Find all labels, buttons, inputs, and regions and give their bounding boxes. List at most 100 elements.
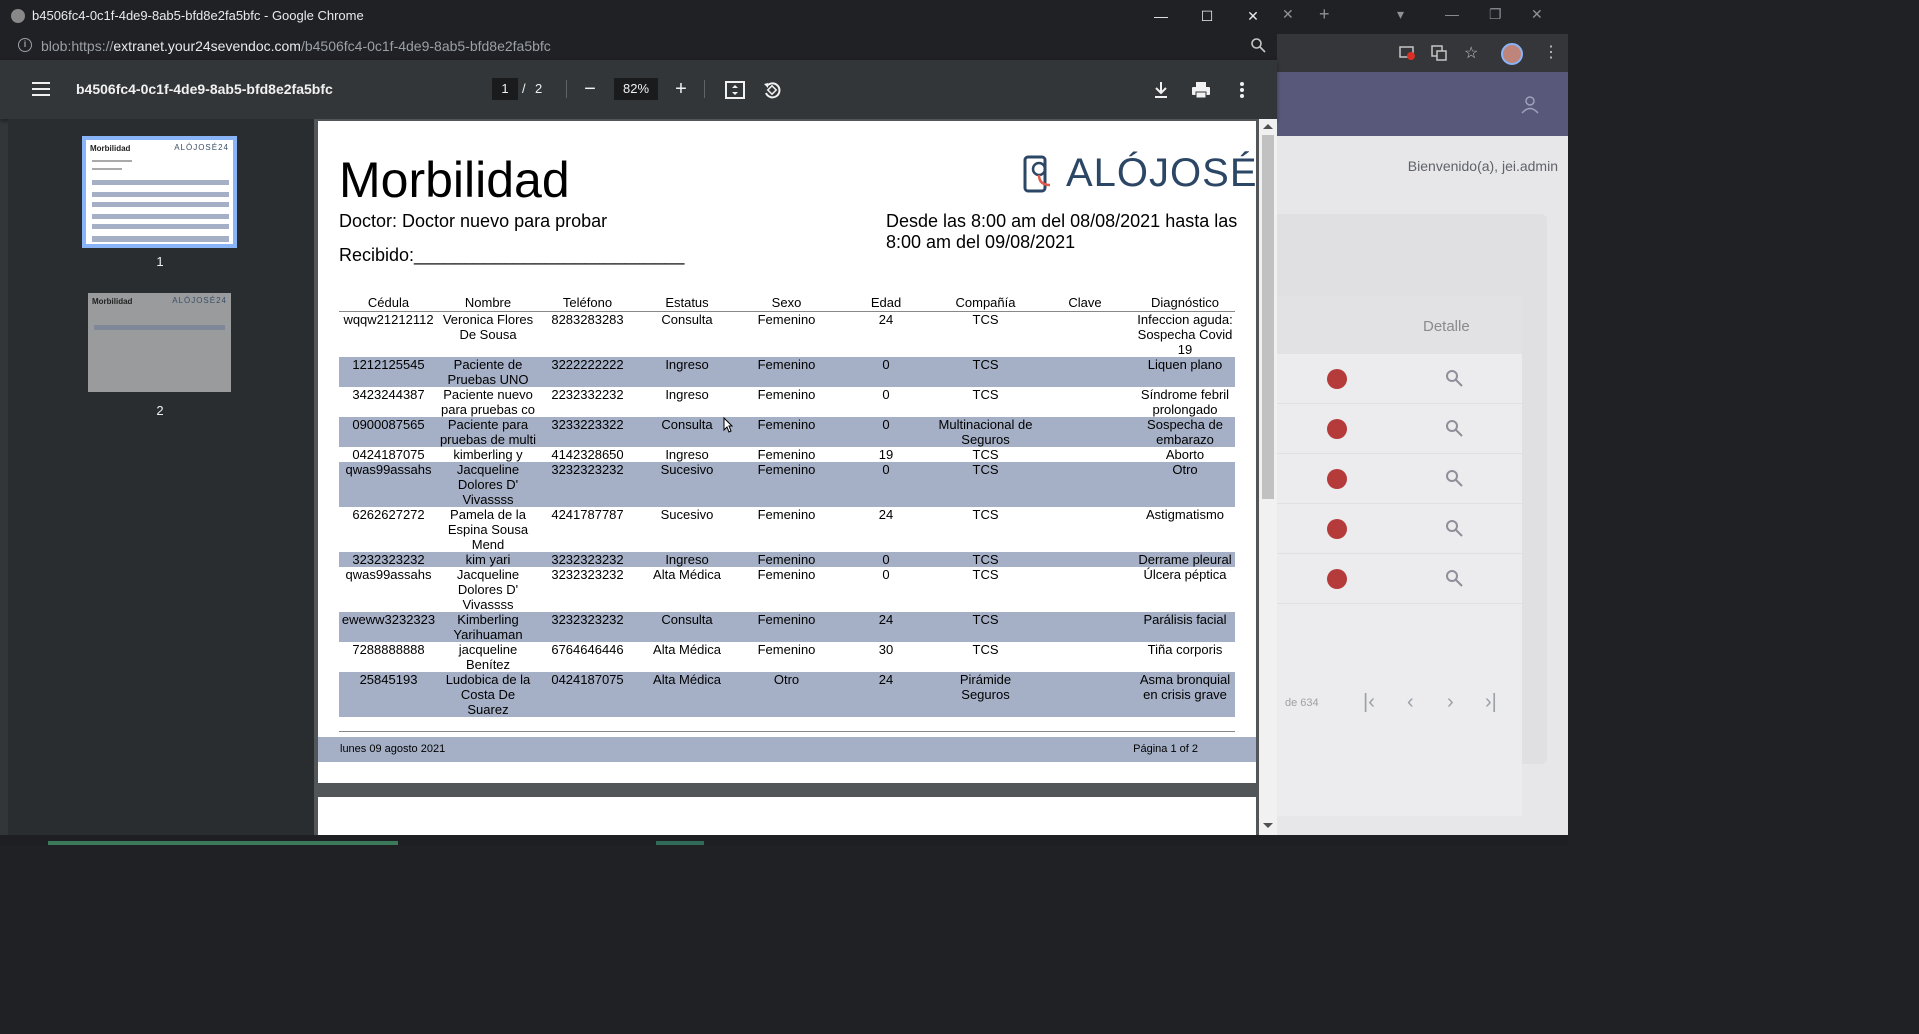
- scroll-down-icon[interactable]: [1263, 823, 1273, 828]
- user-account-icon[interactable]: [1520, 95, 1540, 115]
- first-page-icon[interactable]: |‹: [1363, 691, 1375, 714]
- thumbnail-line: [92, 168, 122, 170]
- table-cell: Veronica Flores De Sousa: [442, 311, 534, 342]
- previous-page-icon[interactable]: ‹: [1407, 691, 1414, 714]
- page-number-input[interactable]: 1: [492, 78, 518, 100]
- minimize-icon[interactable]: —: [1445, 6, 1459, 22]
- window-title: b4506fc4-0c1f-4de9-8ab5-bfd8e2fa5bfc - G…: [32, 8, 364, 23]
- maximize-button[interactable]: ☐: [1184, 3, 1230, 29]
- table-cell: 3233223322: [538, 416, 637, 447]
- table-cell: Alta Médica: [653, 566, 721, 582]
- search-icon[interactable]: [1445, 519, 1463, 537]
- url-scheme: blob:https://: [41, 38, 114, 54]
- table-row: [1277, 504, 1522, 554]
- table-cell: Síndrome febril prolongado: [1140, 386, 1230, 417]
- status-dot: [1327, 569, 1347, 589]
- vertical-scrollbar[interactable]: [1259, 119, 1277, 835]
- table-cell: Jacqueline Dolores D' Vivassss: [456, 566, 520, 612]
- app-header: [1277, 72, 1568, 136]
- table-cell: [1035, 387, 1135, 417]
- table-cell: 7288888888: [352, 641, 425, 657]
- download-icon[interactable]: [1150, 79, 1172, 101]
- background-toolbar: ☆ ⋮: [1277, 34, 1568, 102]
- print-icon[interactable]: [1190, 79, 1212, 101]
- table-cell: Femenino: [757, 641, 816, 657]
- mouse-cursor-icon: [723, 417, 733, 433]
- zoom-out-button[interactable]: −: [580, 77, 600, 101]
- report-title: Morbilidad: [339, 152, 570, 208]
- table-cell: TCS: [972, 641, 999, 657]
- zoom-in-button[interactable]: +: [671, 77, 691, 101]
- scroll-up-icon[interactable]: [1263, 124, 1273, 129]
- page-thumbnail-1[interactable]: Morbilidad ALÓJOSÉ24: [82, 136, 237, 248]
- last-page-icon[interactable]: ›|: [1485, 691, 1497, 714]
- info-icon[interactable]: i: [18, 38, 32, 52]
- table-cell: [1035, 642, 1135, 672]
- address-bar[interactable]: i blob:https://extranet.your24sevendoc.c…: [0, 32, 1277, 60]
- table-cell: 0: [836, 416, 936, 447]
- scrollbar-thumb[interactable]: [1262, 135, 1274, 499]
- profile-avatar[interactable]: [1501, 43, 1523, 65]
- pdf-content-area[interactable]: Morbilidad ALÓJOSÉ24 Doctor: Doctor nuev…: [314, 119, 1259, 835]
- table-cell: [1035, 356, 1135, 387]
- welcome-text: Bienvenido(a), jei.admin: [1407, 158, 1558, 174]
- new-tab-icon[interactable]: +: [1319, 4, 1330, 25]
- thumbnail-band: [92, 214, 229, 219]
- url-text[interactable]: blob:https://extranet.your24sevendoc.com…: [41, 38, 551, 54]
- table-cell: Ingreso: [665, 446, 709, 462]
- page-thumbnail-2[interactable]: Morbilidad ALÓJOSÉ24: [88, 293, 231, 392]
- column-header: Compañía: [936, 295, 1035, 312]
- hamburger-menu-icon[interactable]: [32, 82, 50, 96]
- close-button[interactable]: ✕: [1230, 3, 1276, 29]
- table-cell: eweww3232323: [339, 611, 438, 642]
- table-cell: Kimberling Yarihuaman: [438, 611, 538, 642]
- table-cell: Femenino: [737, 416, 836, 447]
- table-row: [1277, 554, 1522, 604]
- table-header: Detalle: [1277, 296, 1522, 354]
- table-cell: 0900087565: [339, 416, 438, 447]
- table-cell: Aborto: [1165, 446, 1205, 462]
- table-cell: TCS: [972, 446, 999, 462]
- tab-search-icon[interactable]: ▾: [1397, 6, 1404, 23]
- search-icon[interactable]: [1445, 419, 1463, 437]
- thumbnail-label-2: 2: [156, 403, 164, 418]
- fit-to-page-icon[interactable]: [724, 79, 746, 101]
- bookmark-star-icon[interactable]: ☆: [1464, 43, 1478, 63]
- search-icon[interactable]: [1445, 369, 1463, 387]
- results-panel: Detalle: [1277, 214, 1547, 816]
- rotate-icon[interactable]: [761, 79, 783, 101]
- table-cell: Ludobica de la Costa De Suarez: [438, 671, 538, 717]
- table-cell: Femenino: [737, 611, 836, 642]
- table-cell: wqqw21212112: [343, 311, 434, 327]
- close-tab-icon[interactable]: ✕: [1282, 6, 1294, 23]
- table-cell: Paciente para pruebas de multi: [438, 416, 538, 447]
- thumbnail-title: Morbilidad: [90, 144, 131, 153]
- cast-blocked-icon[interactable]: [1399, 46, 1415, 60]
- table-cell: 3232323232: [538, 611, 637, 642]
- minimize-button[interactable]: —: [1138, 3, 1184, 29]
- chrome-menu-icon[interactable]: ⋮: [1543, 42, 1559, 62]
- close-window-icon[interactable]: ✕: [1531, 6, 1543, 23]
- morbidity-table: Cédula Nombre Teléfono Estatus Sexo Edad Compa…: [339, 295, 1235, 717]
- table-cell: Liquen plano: [1135, 356, 1235, 387]
- restore-icon[interactable]: ❐: [1489, 6, 1502, 23]
- table-cell: 6262627272: [352, 506, 425, 522]
- translate-icon[interactable]: [1431, 45, 1447, 61]
- next-page-icon[interactable]: ›: [1447, 691, 1454, 714]
- table-cell: 0: [882, 566, 890, 582]
- table-cell: TCS: [972, 506, 999, 522]
- zoom-level-input[interactable]: 82%: [614, 78, 658, 100]
- table-cell: 0: [836, 461, 936, 507]
- search-icon[interactable]: [1445, 569, 1463, 587]
- search-icon[interactable]: [1445, 469, 1463, 487]
- zoom-magnifier-icon[interactable]: [1250, 37, 1266, 53]
- received-line: Recibido:___________________________: [339, 245, 685, 265]
- table-row: [1277, 454, 1522, 504]
- table-cell: Asma bronquial en crisis grave: [1135, 671, 1235, 717]
- table-cell: TCS: [972, 311, 999, 327]
- table-row: 3232323232 kim yari 3232323232 Ingreso Femen…: [339, 551, 1235, 567]
- more-actions-icon[interactable]: [1231, 79, 1253, 101]
- page-total: 2: [535, 81, 543, 96]
- pdf-page-1: Morbilidad ALÓJOSÉ24 Doctor: Doctor nuev…: [318, 121, 1259, 783]
- table-cell: 25845193: [339, 671, 438, 717]
